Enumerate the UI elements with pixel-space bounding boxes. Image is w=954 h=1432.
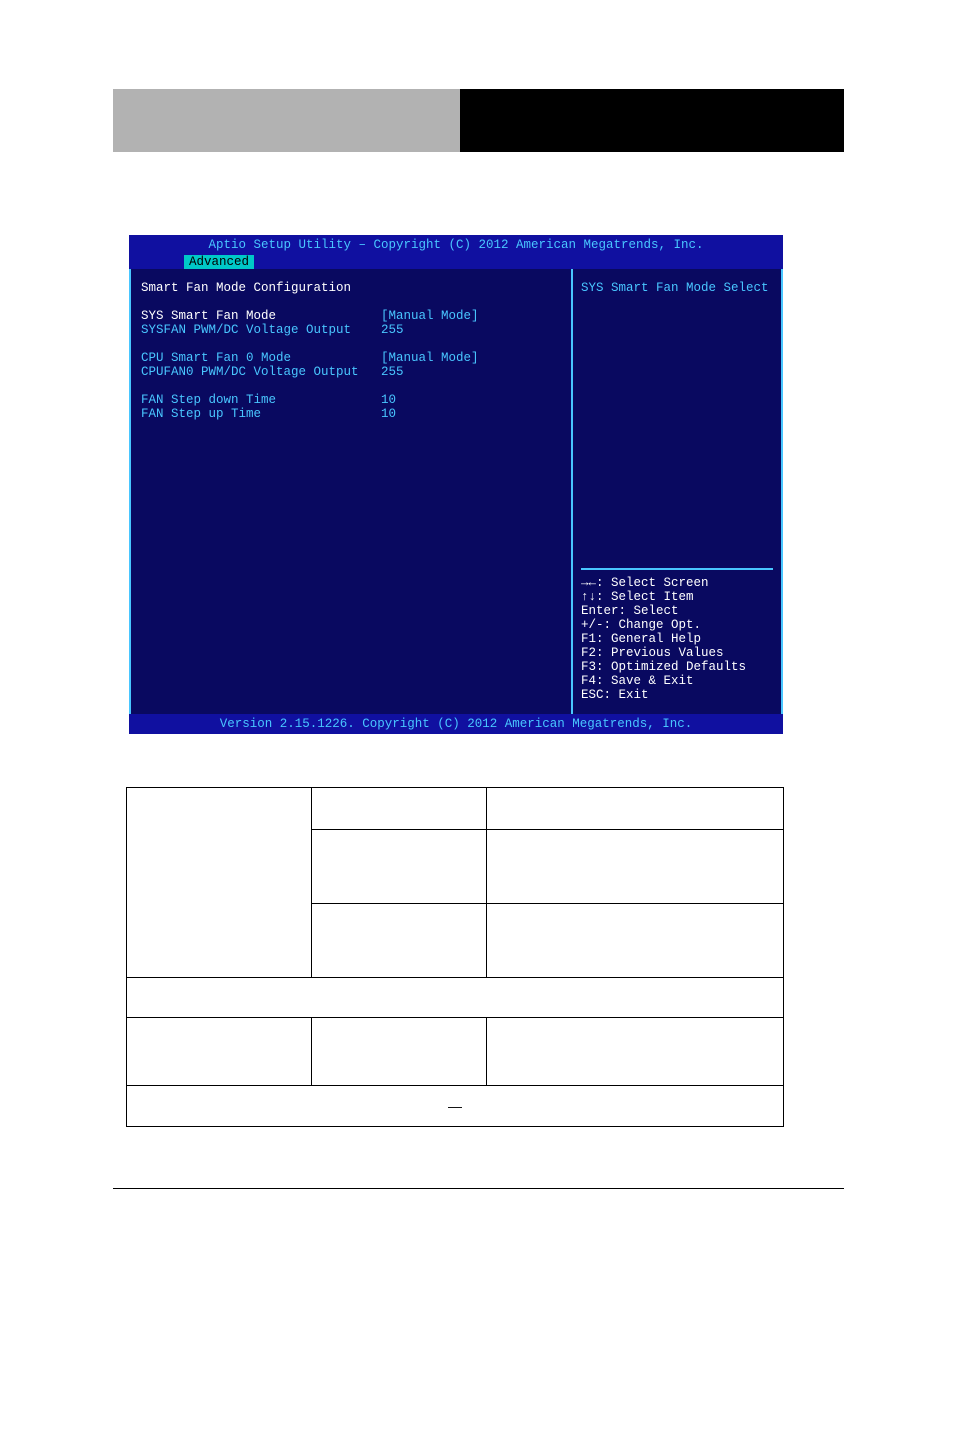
key-line: F2: Previous Values	[581, 646, 773, 660]
cell	[487, 904, 784, 978]
settings-table: —	[126, 787, 784, 1127]
value: [Manual Mode]	[381, 351, 479, 365]
value: 255	[381, 323, 404, 337]
bios-left-pane: Smart Fan Mode Configuration SYS Smart F…	[131, 269, 571, 714]
row-cpu-smart-fan-0-mode[interactable]: CPU Smart Fan 0 Mode [Manual Mode]	[141, 351, 561, 365]
bios-help-pane: SYS Smart Fan Mode Select →←: Select Scr…	[571, 269, 781, 714]
cell	[312, 904, 487, 978]
label: FAN Step up Time	[141, 407, 381, 421]
key-line: Enter: Select	[581, 604, 773, 618]
table-row	[127, 1018, 784, 1086]
key-line: F3: Optimized Defaults	[581, 660, 773, 674]
footer-rule	[113, 1188, 844, 1189]
key-line: →←: Select Screen	[581, 576, 773, 590]
key-help: →←: Select Screen ↑↓: Select Item Enter:…	[581, 422, 773, 702]
table-row	[127, 788, 784, 830]
bios-footer: Version 2.15.1226. Copyright (C) 2012 Am…	[129, 714, 783, 734]
bios-header: Aptio Setup Utility – Copyright (C) 2012…	[129, 235, 783, 255]
cell	[312, 1018, 487, 1086]
section-title: Smart Fan Mode Configuration	[141, 281, 561, 295]
tab-advanced[interactable]: Advanced	[184, 255, 254, 269]
label: CPU Smart Fan 0 Mode	[141, 351, 381, 365]
help-title: SYS Smart Fan Mode Select	[581, 281, 773, 295]
header-gray-block	[113, 89, 460, 152]
table-row	[127, 978, 784, 1018]
cell	[487, 1018, 784, 1086]
row-fan-step-up[interactable]: FAN Step up Time 10	[141, 407, 561, 421]
key-line: +/-: Change Opt.	[581, 618, 773, 632]
cell	[487, 830, 784, 904]
label: SYS Smart Fan Mode	[141, 309, 381, 323]
bios-screenshot: Aptio Setup Utility – Copyright (C) 2012…	[129, 235, 783, 734]
bios-tab-bar: Advanced	[129, 255, 783, 269]
value: 255	[381, 365, 404, 379]
label: CPUFAN0 PWM/DC Voltage Output	[141, 365, 381, 379]
key-line: ESC: Exit	[581, 688, 773, 702]
key-line: F1: General Help	[581, 632, 773, 646]
cell	[127, 978, 784, 1018]
row-sysfan-output[interactable]: SYSFAN PWM/DC Voltage Output 255	[141, 323, 561, 337]
table-row-continued: —	[127, 1086, 784, 1127]
row-fan-step-down[interactable]: FAN Step down Time 10	[141, 393, 561, 407]
key-line: F4: Save & Exit	[581, 674, 773, 688]
value: 10	[381, 407, 396, 421]
key-line: ↑↓: Select Item	[581, 590, 773, 604]
label: SYSFAN PWM/DC Voltage Output	[141, 323, 381, 337]
row-cpufan0-output[interactable]: CPUFAN0 PWM/DC Voltage Output 255	[141, 365, 561, 379]
cell	[127, 1018, 312, 1086]
cell	[312, 788, 487, 830]
row-sys-smart-fan-mode[interactable]: SYS Smart Fan Mode [Manual Mode]	[141, 309, 561, 323]
bios-body: Smart Fan Mode Configuration SYS Smart F…	[129, 269, 783, 714]
cell	[312, 830, 487, 904]
value: 10	[381, 393, 396, 407]
label: FAN Step down Time	[141, 393, 381, 407]
cell: —	[127, 1086, 784, 1127]
cell	[127, 788, 312, 978]
cell	[487, 788, 784, 830]
header-black-block	[460, 89, 844, 152]
value: [Manual Mode]	[381, 309, 479, 323]
